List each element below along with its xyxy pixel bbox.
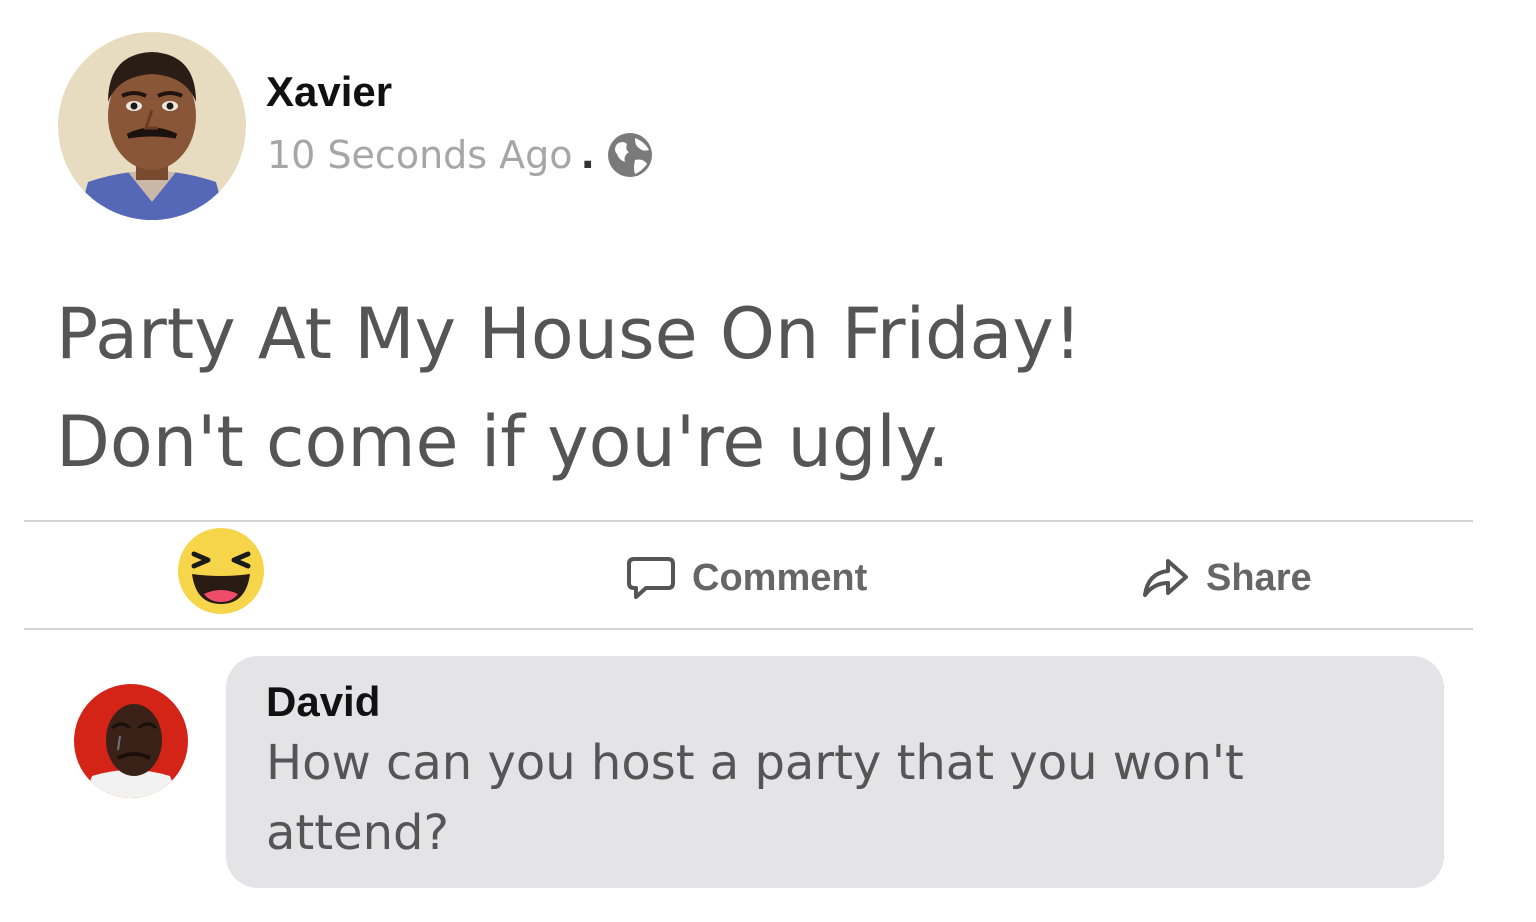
commenter-avatar[interactable] xyxy=(74,684,188,798)
author-avatar[interactable] xyxy=(58,32,246,220)
divider-top xyxy=(24,520,1473,522)
author-name[interactable]: Xavier xyxy=(266,68,392,116)
laughing-emoji-icon[interactable] xyxy=(176,526,266,616)
comment-author[interactable]: David xyxy=(266,678,380,726)
share-button[interactable]: Share xyxy=(1140,552,1312,604)
post-text: Party At My House On Friday! Don't come … xyxy=(56,280,1082,496)
comment-label: Comment xyxy=(692,556,868,599)
divider-bottom xyxy=(24,628,1473,630)
post-meta: 10 Seconds Ago . xyxy=(267,130,655,180)
comment-bubble: David How can you host a party that you … xyxy=(226,656,1444,888)
meta-separator: . xyxy=(580,133,595,177)
author-avatar-image xyxy=(58,32,246,220)
share-label: Share xyxy=(1206,556,1312,599)
share-arrow-icon xyxy=(1143,559,1188,597)
post-timestamp[interactable]: 10 Seconds Ago xyxy=(267,133,573,177)
commenter-avatar-image xyxy=(74,684,188,798)
post-text-line: Don't come if you're ugly. xyxy=(56,401,950,483)
comment-button[interactable]: Comment xyxy=(626,552,867,604)
speech-bubble-icon xyxy=(627,557,675,599)
comment-text: How can you host a party that you won't … xyxy=(266,735,1244,861)
post-card: Xavier 10 Seconds Ago . Party At My Hous… xyxy=(0,0,1536,922)
post-text-line: Party At My House On Friday! xyxy=(56,293,1082,375)
globe-icon[interactable] xyxy=(605,130,655,180)
